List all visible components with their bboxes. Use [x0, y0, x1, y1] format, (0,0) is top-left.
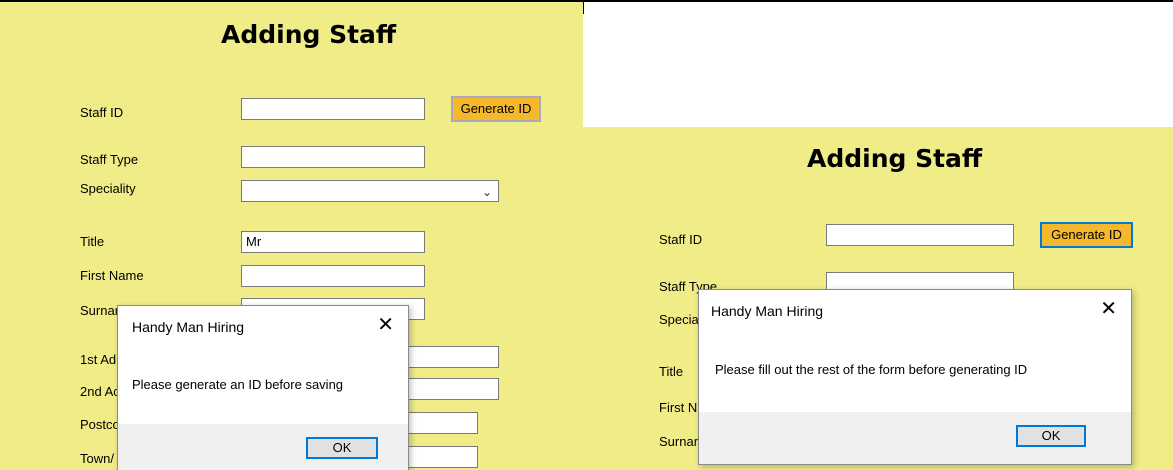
form-title: Adding Staff [807, 144, 983, 173]
close-icon[interactable]: ✕ [377, 312, 394, 337]
dialog-footer: OK [699, 412, 1131, 464]
staff-type-input[interactable] [241, 146, 425, 168]
ok-button[interactable]: OK [1016, 425, 1086, 447]
address-2-label: 2nd Ac [80, 384, 120, 399]
address-1-label: 1st Adı [80, 352, 120, 367]
title-label: Title [659, 364, 684, 379]
table-divider [583, 0, 584, 14]
dialog-message: Please fill out the rest of the form bef… [715, 362, 1028, 377]
title-input[interactable]: Mr [241, 231, 425, 253]
staff-id-input[interactable] [826, 224, 1014, 246]
adding-staff-form-right: Adding Staff Staff ID Generate ID Staff … [583, 127, 1173, 470]
chevron-down-icon[interactable]: ⌄ [482, 182, 492, 202]
message-box-dialog: Handy Man Hiring ✕ Please generate an ID… [117, 305, 409, 470]
staff-id-input[interactable] [241, 98, 425, 120]
adding-staff-form-left: Adding Staff Staff ID Generate ID Staff … [0, 2, 583, 470]
postcode-label: Postco [80, 417, 120, 432]
ok-button[interactable]: OK [306, 437, 378, 459]
dialog-footer: OK [118, 424, 408, 470]
generate-id-button[interactable]: Generate ID [451, 96, 541, 122]
first-name-label: First Name [80, 268, 144, 283]
dialog-title: Handy Man Hiring [711, 303, 824, 319]
message-box-dialog: Handy Man Hiring ✕ Please fill out the r… [698, 289, 1132, 465]
dialog-message: Please generate an ID before saving [132, 377, 344, 392]
town-label: Town/ [80, 451, 114, 466]
speciality-select[interactable]: ⌄ [241, 180, 499, 202]
surname-label: Surnar [80, 303, 120, 318]
generate-id-button[interactable]: Generate ID [1040, 222, 1133, 248]
title-label: Title [80, 234, 105, 249]
surname-label: Surnar [659, 434, 699, 449]
staff-type-label: Staff Type [80, 152, 139, 167]
speciality-label: Specia [659, 312, 699, 327]
staff-id-label: Staff ID [659, 232, 703, 247]
dialog-title: Handy Man Hiring [132, 319, 245, 335]
staff-id-label: Staff ID [80, 105, 124, 120]
close-icon[interactable]: ✕ [1100, 296, 1117, 321]
form-title: Adding Staff [221, 20, 397, 49]
first-name-label: First N [659, 400, 698, 415]
first-name-input[interactable] [241, 265, 425, 287]
speciality-label: Speciality [80, 181, 136, 196]
